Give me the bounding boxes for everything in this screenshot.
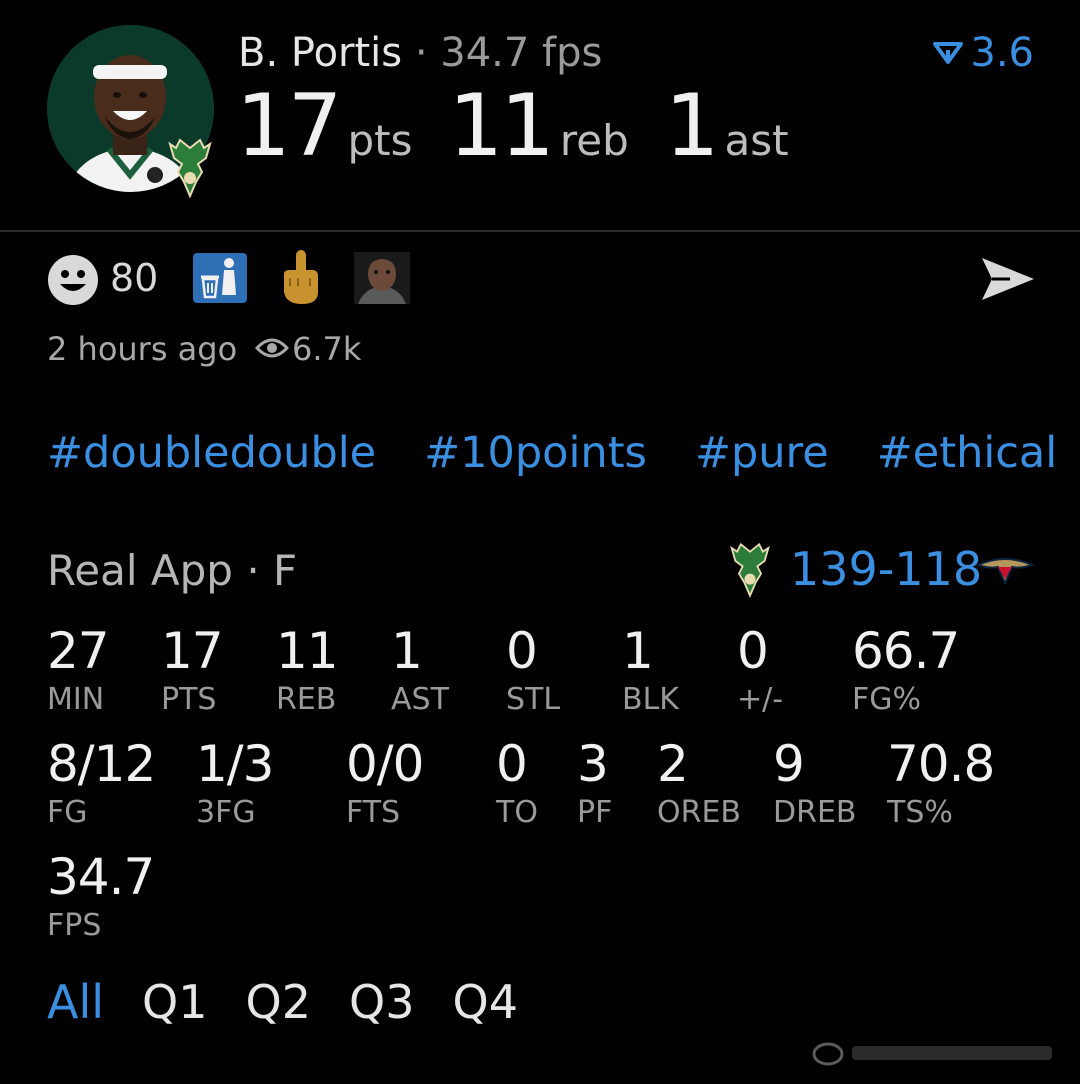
stat-label: MIN — [47, 682, 105, 717]
stat-value: 8/12 — [47, 735, 156, 793]
hashtag-link[interactable]: #10points — [424, 428, 647, 478]
pelicans-logo-icon — [975, 555, 1035, 586]
stat-value: 0 — [506, 622, 538, 680]
watermark — [808, 1034, 1066, 1070]
stat-value: 34.7 — [47, 848, 155, 906]
stat-value: 1 — [391, 622, 423, 680]
trend-arrow-icon — [933, 42, 964, 64]
tab-q1[interactable]: Q1 — [142, 975, 207, 1029]
eye-icon — [254, 336, 290, 360]
headline-reb-label: reb — [559, 116, 629, 165]
fps-change-value: 3.6 — [970, 30, 1034, 76]
stat-label: TO — [496, 795, 538, 830]
stat-value: 70.8 — [887, 735, 995, 793]
stat-label: PF — [577, 795, 613, 830]
stat-value: 9 — [773, 735, 805, 793]
headline-stats: 17 pts 11 reb 1 ast — [236, 76, 825, 176]
fantasy-points: 34.7 fps — [440, 30, 603, 76]
stat-label: BLK — [622, 682, 679, 717]
stat-value: 1/3 — [196, 735, 274, 793]
bucks-logo-icon — [728, 542, 772, 598]
stat-value: 27 — [47, 622, 110, 680]
separator-dot: · — [246, 546, 260, 595]
stat-label: AST — [391, 682, 449, 717]
stat-label: 3FG — [196, 795, 256, 830]
stat-value: 0/0 — [346, 735, 424, 793]
separator-dot: · — [414, 30, 428, 76]
stat-value: 3 — [577, 735, 609, 793]
hashtag-list: #doubledouble #10points #pure #ethical — [47, 428, 1057, 478]
stat-label: REB — [276, 682, 337, 717]
post-timestamp: 2 hours ago — [47, 330, 238, 368]
view-count: 6.7k — [292, 330, 362, 368]
stat-value: 1 — [622, 622, 654, 680]
stat-label: FPS — [47, 908, 102, 943]
game-score[interactable]: 139-118 — [790, 542, 982, 596]
stat-value: 0 — [496, 735, 528, 793]
fps-change-badge: 3.6 — [932, 30, 1034, 76]
stat-label: FTS — [346, 795, 401, 830]
stat-label: PTS — [161, 682, 217, 717]
player-name-line: B. Portis · 34.7 fps — [238, 30, 602, 76]
stat-label: STL — [506, 682, 561, 717]
headline-pts: 17 — [236, 76, 342, 176]
header-divider — [0, 230, 1080, 232]
tab-all[interactable]: All — [47, 975, 104, 1029]
game-source-line: Real App · F — [47, 546, 297, 595]
tab-q2[interactable]: Q2 — [246, 975, 311, 1029]
player-name[interactable]: B. Portis — [238, 30, 402, 76]
stat-label: FG — [47, 795, 88, 830]
tab-q3[interactable]: Q3 — [349, 975, 414, 1029]
trash-can-icon[interactable] — [193, 253, 247, 303]
stat-value: 2 — [657, 735, 689, 793]
middle-finger-emoji[interactable] — [278, 248, 324, 306]
share-send-icon[interactable] — [980, 254, 1036, 304]
reaction-count: 80 — [110, 256, 159, 300]
bucks-logo-icon — [166, 138, 214, 199]
smiley-icon[interactable] — [47, 254, 99, 306]
stat-label: FG% — [852, 682, 922, 717]
stat-value: 17 — [161, 622, 224, 680]
quarter-tabs: All Q1 Q2 Q3 Q4 — [47, 975, 518, 1029]
stat-label: OREB — [657, 795, 741, 830]
headline-pts-label: pts — [347, 116, 413, 165]
game-source: Real App — [47, 546, 233, 595]
headline-ast-label: ast — [724, 116, 789, 165]
stat-value: 11 — [276, 622, 339, 680]
headline-reb: 11 — [448, 76, 554, 176]
stat-value: 66.7 — [852, 622, 960, 680]
face-emoji[interactable] — [354, 252, 410, 304]
headline-ast: 1 — [664, 76, 720, 176]
hashtag-link[interactable]: #ethical — [877, 428, 1057, 478]
game-status: F — [273, 546, 298, 595]
stat-label: TS% — [887, 795, 953, 830]
stat-value: 0 — [737, 622, 769, 680]
stat-label: DREB — [773, 795, 857, 830]
hashtag-link[interactable]: #pure — [695, 428, 829, 478]
stat-label: +/- — [737, 682, 784, 717]
hashtag-link[interactable]: #doubledouble — [47, 428, 376, 478]
tab-q4[interactable]: Q4 — [452, 975, 517, 1029]
